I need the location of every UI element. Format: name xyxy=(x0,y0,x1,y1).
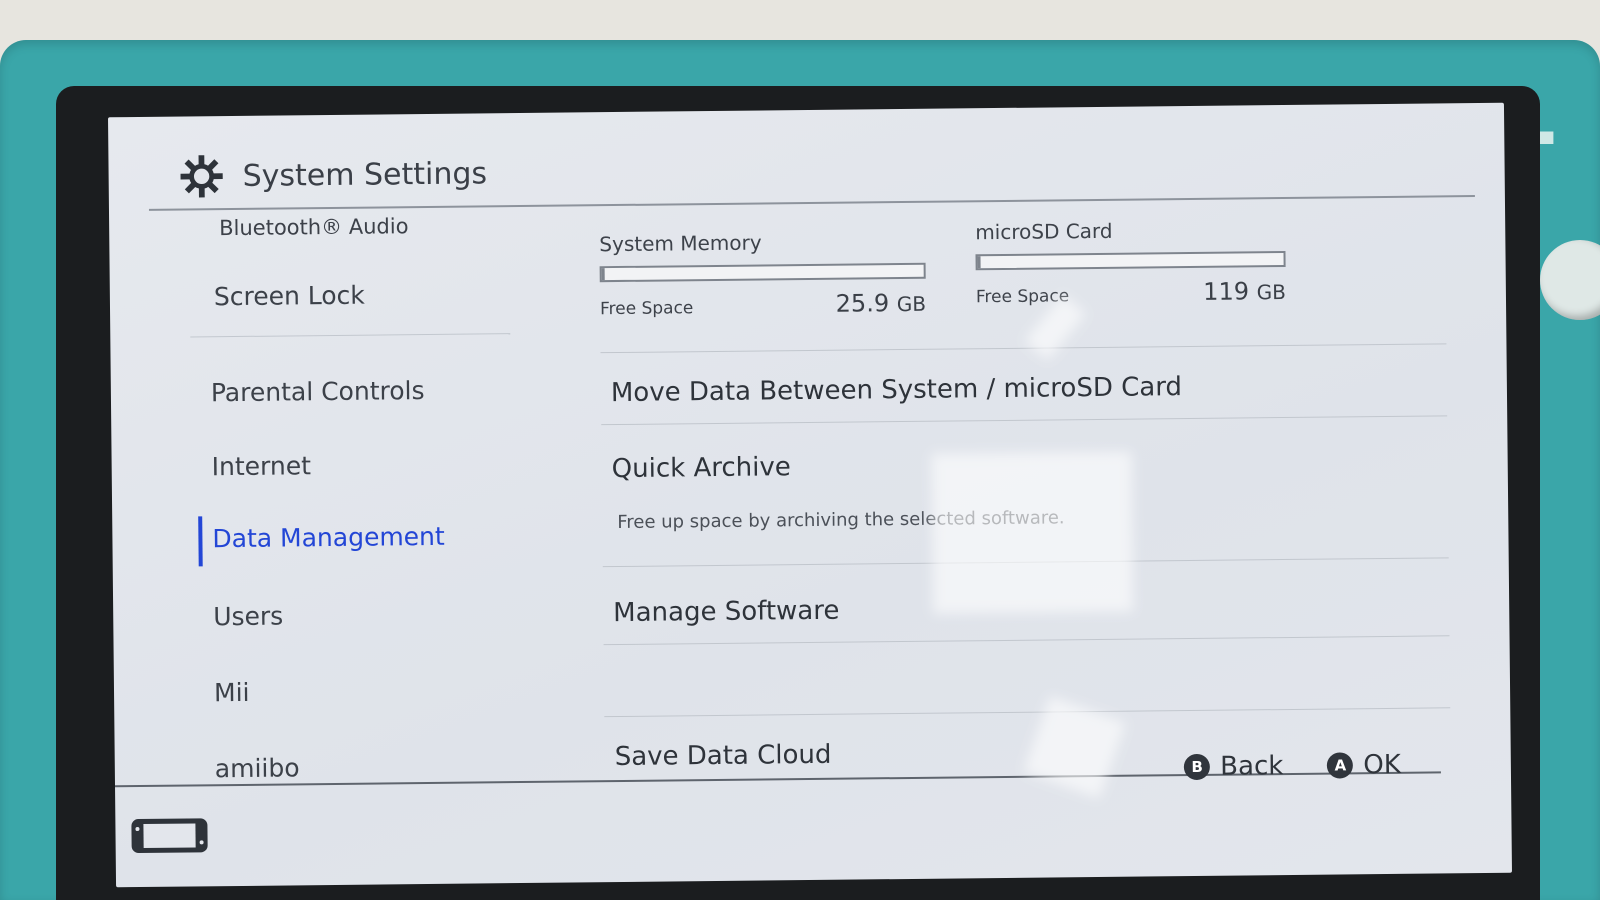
system-free-space-label: Free Space xyxy=(599,298,694,320)
a-button-icon: A xyxy=(1327,752,1354,779)
settings-sidebar: Bluetooth® Audio Screen Lock Parental Co… xyxy=(169,207,535,811)
sidebar-item-amiibo[interactable]: amiibo xyxy=(215,753,300,783)
system-memory-panel: System Memory Free Space 25.9 GB xyxy=(599,229,926,320)
microsd-card-bar-fill xyxy=(977,256,981,269)
screen: System Settings Bluetooth® Audio Screen … xyxy=(108,102,1512,888)
menu-divider xyxy=(600,343,1447,354)
sidebar-divider xyxy=(190,333,511,338)
microsd-card-bar xyxy=(975,251,1286,271)
b-button-icon: B xyxy=(1184,753,1211,781)
sidebar-item-mii[interactable]: Mii xyxy=(214,678,250,707)
sidebar-item-parental-controls[interactable]: Parental Controls xyxy=(211,376,425,407)
gear-icon xyxy=(180,155,223,198)
system-memory-bar xyxy=(599,262,926,283)
footer-actions: B Back A OK xyxy=(1184,750,1401,782)
menu-item-move-data[interactable]: Move Data Between System / microSD Card xyxy=(611,372,1182,408)
system-memory-bar-fill xyxy=(601,268,605,281)
menu-item-save-data-cloud[interactable]: Save Data Cloud xyxy=(615,740,832,772)
system-free-space-value: 25.9 GB xyxy=(835,289,927,318)
menu-item-manage-software[interactable]: Manage Software xyxy=(613,596,839,628)
menu-divider xyxy=(604,707,1451,718)
sidebar-item-internet[interactable]: Internet xyxy=(212,451,312,481)
back-button[interactable]: B Back xyxy=(1184,751,1284,782)
back-label: Back xyxy=(1220,751,1284,782)
screen-glare xyxy=(931,451,1134,614)
menu-divider xyxy=(601,415,1448,426)
menu-item-quick-archive[interactable]: Quick Archive xyxy=(612,452,791,484)
sidebar-item-bluetooth-audio[interactable]: Bluetooth® Audio xyxy=(219,214,409,240)
microsd-free-space-value: 119 GB xyxy=(1203,277,1287,306)
sidebar-item-screen-lock[interactable]: Screen Lock xyxy=(214,281,365,312)
microsd-card-label: microSD Card xyxy=(975,218,1113,245)
ok-label: OK xyxy=(1363,749,1402,781)
sidebar-item-users[interactable]: Users xyxy=(213,602,283,632)
handheld-console-icon xyxy=(131,818,208,854)
sidebar-item-data-management[interactable]: Data Management xyxy=(212,522,445,553)
page-title: System Settings xyxy=(242,155,488,194)
microsd-card-panel: microSD Card Free Space 119 GB xyxy=(975,217,1286,308)
system-memory-label: System Memory xyxy=(599,230,762,257)
page-header: System Settings xyxy=(178,143,487,206)
ok-button[interactable]: A OK xyxy=(1327,750,1401,781)
menu-divider xyxy=(603,635,1450,646)
analog-stick xyxy=(1540,240,1600,320)
